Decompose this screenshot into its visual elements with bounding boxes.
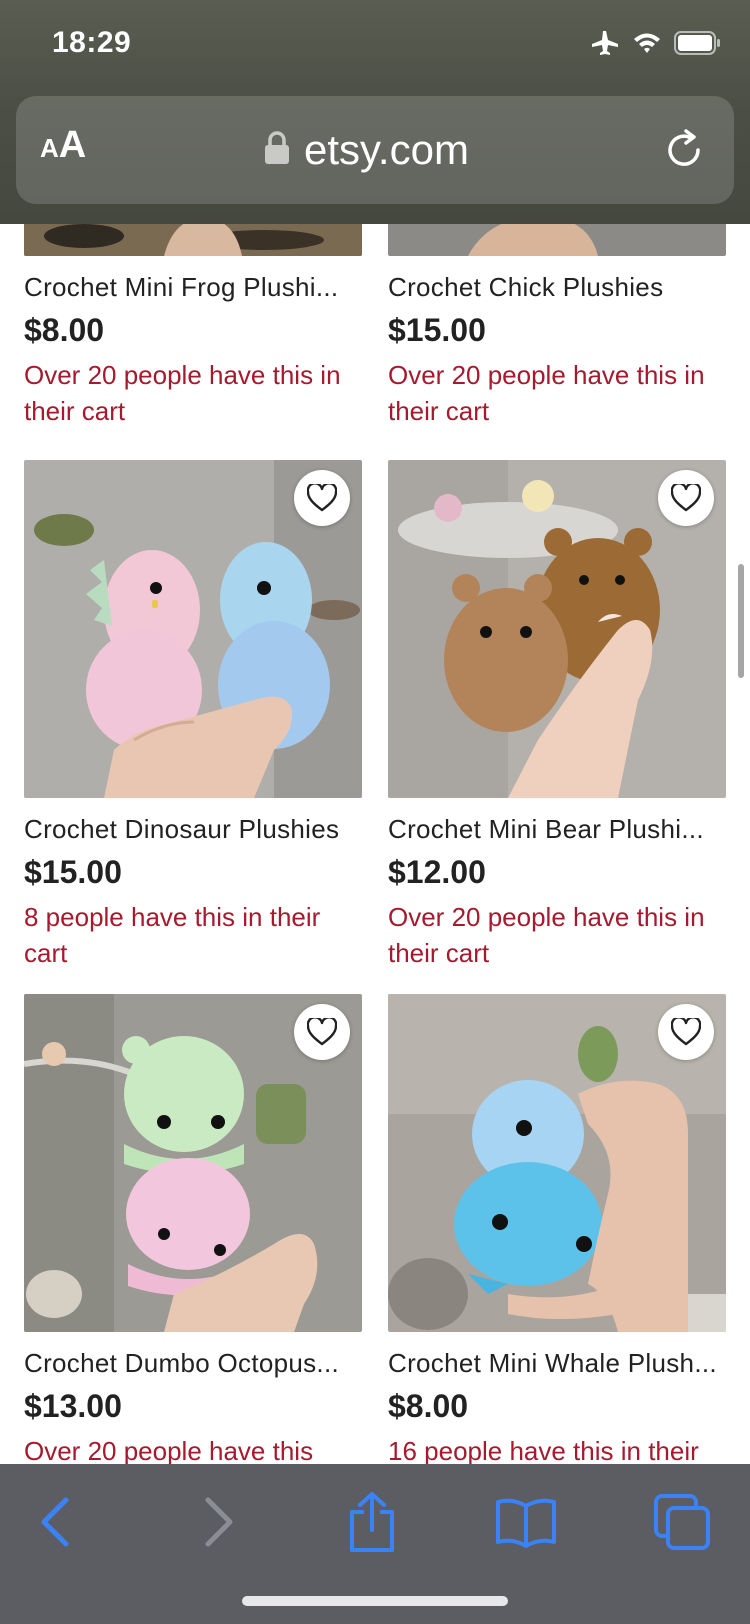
- url-display[interactable]: etsy.com: [264, 122, 469, 178]
- heart-icon[interactable]: [294, 470, 350, 526]
- listing-card[interactable]: Crochet Chick Plushies $15.00 Over 20 pe…: [388, 224, 726, 429]
- listing-image[interactable]: [24, 224, 362, 256]
- listing-price: $12.00: [388, 854, 486, 890]
- reader-settings-button[interactable]: A A: [40, 124, 86, 176]
- tabs-icon[interactable]: [650, 1490, 714, 1554]
- status-icons: [590, 30, 722, 56]
- battery-icon: [674, 31, 722, 55]
- listing-title[interactable]: Crochet Mini Frog Plushi...: [24, 272, 362, 306]
- listing-image[interactable]: [388, 994, 726, 1332]
- cart-note: Over 20 people have this: [24, 1436, 314, 1464]
- browser-toolbar: [0, 1464, 750, 1624]
- listing-image[interactable]: [24, 994, 362, 1332]
- listing-price: $8.00: [388, 1388, 469, 1424]
- chevron-right-icon[interactable]: [186, 1490, 250, 1554]
- aa-big-label: A: [58, 124, 87, 166]
- listing-image[interactable]: [388, 224, 726, 256]
- share-icon[interactable]: [340, 1490, 404, 1554]
- listing-card[interactable]: Crochet Mini Frog Plushi... $8.00 Over 2…: [24, 224, 362, 429]
- listing-card[interactable]: Crochet Dinosaur Plushies $15.00 8 peopl…: [24, 460, 362, 971]
- cart-note: Over 20 people have this in their cart: [388, 360, 705, 426]
- listing-grid: Crochet Mini Frog Plushi... $8.00 Over 2…: [0, 224, 750, 1464]
- chevron-left-icon[interactable]: [24, 1490, 88, 1554]
- lock-icon: [264, 130, 290, 170]
- heart-icon[interactable]: [658, 1004, 714, 1060]
- listing-price: $15.00: [24, 854, 122, 890]
- aa-small-label: A: [40, 133, 59, 163]
- reload-icon[interactable]: [660, 126, 708, 174]
- airplane-icon: [590, 30, 620, 56]
- book-icon[interactable]: [494, 1490, 558, 1554]
- listing-image[interactable]: [388, 460, 726, 798]
- wifi-icon: [632, 31, 662, 55]
- address-bar[interactable]: A A etsy.com: [16, 96, 734, 204]
- status-time: 18:29: [52, 26, 132, 59]
- cart-note: 16 people have this in their: [388, 1436, 699, 1464]
- home-indicator[interactable]: [242, 1596, 508, 1606]
- listing-price: $8.00: [24, 312, 105, 348]
- listing-title[interactable]: Crochet Chick Plushies: [388, 272, 726, 306]
- heart-icon[interactable]: [658, 470, 714, 526]
- listing-image[interactable]: [24, 460, 362, 798]
- listing-card[interactable]: Crochet Mini Whale Plush... $8.00 16 peo…: [388, 994, 726, 1464]
- listing-price: $15.00: [388, 312, 486, 348]
- cart-note: 8 people have this in their cart: [24, 902, 321, 968]
- browser-top-chrome: 18:29 A A etsy.com: [0, 0, 750, 224]
- listing-title[interactable]: Crochet Mini Whale Plush...: [388, 1348, 726, 1382]
- scroll-indicator[interactable]: [738, 564, 744, 678]
- url-text: etsy.com: [304, 126, 469, 173]
- cart-note: Over 20 people have this in their cart: [24, 360, 341, 426]
- listing-title[interactable]: Crochet Mini Bear Plushi...: [388, 814, 726, 848]
- listing-title[interactable]: Crochet Dumbo Octopus...: [24, 1348, 362, 1382]
- listing-card[interactable]: Crochet Dumbo Octopus... $13.00 Over 20 …: [24, 994, 362, 1464]
- heart-icon[interactable]: [294, 1004, 350, 1060]
- listing-price: $13.00: [24, 1388, 122, 1424]
- listing-card[interactable]: Crochet Mini Bear Plushi... $12.00 Over …: [388, 460, 726, 971]
- cart-note: Over 20 people have this in their cart: [388, 902, 705, 968]
- listing-title[interactable]: Crochet Dinosaur Plushies: [24, 814, 362, 848]
